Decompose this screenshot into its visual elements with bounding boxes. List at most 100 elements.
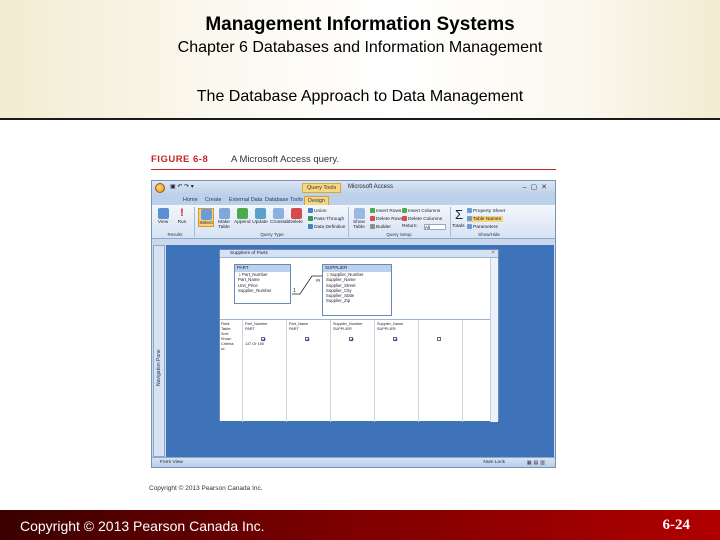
grid-cell-table[interactable]: PART — [289, 327, 299, 331]
data-definition-option[interactable]: Data Definition — [308, 224, 345, 230]
insert-rows-button[interactable]: Insert Rows — [370, 208, 401, 214]
status-num-lock: Num Lock — [483, 460, 505, 465]
group-show-hide: Show/Hide — [478, 232, 500, 237]
parameters-button[interactable]: Parameters — [467, 224, 498, 230]
grid-cell-field[interactable]: Supplier_Number — [333, 322, 363, 326]
status-view: Form View — [160, 460, 183, 465]
make-table-button[interactable]: Make Table — [216, 208, 232, 230]
grid-cell-table[interactable]: SUPPLIER — [377, 327, 396, 331]
grid-cell-field[interactable]: Part_Number — [245, 322, 268, 326]
show-checkbox[interactable] — [393, 337, 397, 341]
grid-row-label: Table: — [221, 327, 232, 331]
tab-design[interactable]: Design — [304, 196, 330, 205]
grid-row-label: Field: — [221, 322, 231, 326]
grid-cell-field[interactable]: Part_Name — [289, 322, 308, 326]
window-title: Microsoft Access — [348, 184, 394, 190]
slide-subtitle: The Database Approach to Data Management — [196, 88, 524, 105]
navigation-pane[interactable]: Navigation Pane — [153, 245, 165, 457]
pass-through-option[interactable]: Pass-Through — [308, 216, 344, 222]
window-controls[interactable]: –▢✕ — [523, 183, 551, 191]
table-design-area: PART ⚷Part_Number Part_Name Unit_Price S… — [220, 258, 490, 318]
group-results: Results — [167, 232, 183, 237]
table-field[interactable]: Supplier_Number — [235, 288, 290, 293]
figure-caption: FIGURE 6-8 A Microsoft Access query. — [151, 154, 556, 170]
slide-title: Management Information Systems — [205, 14, 515, 35]
show-table-button[interactable]: Show Table — [351, 208, 367, 230]
delete-columns-button[interactable]: Delete Columns — [402, 216, 442, 222]
grid-column[interactable]: Part_Name PART — [286, 320, 330, 422]
table-part-title: PART — [235, 265, 290, 272]
query-tab[interactable]: Suppliers of Parts × — [220, 250, 498, 258]
show-checkbox[interactable] — [349, 337, 353, 341]
grid-cell-field[interactable]: Supplier_Name — [377, 322, 403, 326]
totals-icon[interactable]: Σ — [455, 207, 463, 222]
update-button[interactable]: Update — [252, 208, 268, 225]
header-divider — [0, 118, 720, 120]
title-bar: ▣ ↶ ↷ ▾ Query Tools Microsoft Access –▢✕ — [152, 181, 555, 195]
grid-cell-table[interactable]: SUPPLIER — [333, 327, 352, 331]
table-field[interactable]: Supplier_Zip — [323, 298, 391, 303]
footer-copyright: Copyright © 2013 Pearson Canada Inc. — [20, 518, 265, 534]
grid-cell-criteria[interactable]: 137 Or 150 — [245, 342, 264, 346]
group-query-type: Query Type — [260, 232, 284, 237]
table-part[interactable]: PART ⚷Part_Number Part_Name Unit_Price S… — [234, 264, 291, 304]
return-label: Return: — [402, 224, 418, 229]
run-button[interactable]: ! Run — [174, 207, 190, 226]
tab-create[interactable]: Create — [202, 196, 225, 205]
show-table-icon — [353, 208, 365, 219]
show-checkbox[interactable] — [305, 337, 309, 341]
totals-button[interactable]: Totals — [452, 224, 465, 229]
query-design-grid: Field: Table: Sort: Show: Criteria: or: … — [220, 319, 490, 422]
slide-footer: Copyright © 2013 Pearson Canada Inc. 6-2… — [0, 510, 720, 540]
return-select[interactable]: All — [424, 224, 446, 230]
show-checkbox[interactable] — [261, 337, 265, 341]
update-icon — [254, 208, 266, 219]
delete-button[interactable]: Delete — [288, 208, 304, 225]
tab-database-tools[interactable]: Database Tools — [262, 196, 306, 205]
grid-column[interactable] — [462, 320, 490, 422]
status-bar: Form View Num Lock ▦▤▥ — [152, 457, 555, 467]
view-switcher-icons[interactable]: ▦▤▥ — [527, 460, 547, 466]
delete-icon — [290, 208, 302, 219]
grid-cell-table[interactable]: PART — [245, 327, 255, 331]
tab-home[interactable]: Home — [180, 196, 201, 205]
close-icon[interactable]: × — [491, 250, 495, 256]
select-query-button[interactable]: Select — [198, 208, 214, 227]
grid-row-label: Show: — [221, 337, 232, 341]
builder-button[interactable]: Builder — [370, 224, 391, 230]
workspace: Suppliers of Parts × PART ⚷Part_Number P… — [166, 245, 554, 457]
make-table-icon — [218, 208, 230, 219]
vertical-scrollbar[interactable] — [490, 258, 498, 422]
crosstab-icon — [272, 208, 284, 219]
grid-column[interactable]: Part_Number PART 137 Or 150 — [242, 320, 286, 422]
tab-external-data[interactable]: External Data — [226, 196, 265, 205]
grid-column[interactable]: Supplier_Name SUPPLIER — [374, 320, 418, 422]
figure-rule — [151, 169, 556, 170]
insert-columns-button[interactable]: Insert Columns — [402, 208, 440, 214]
quick-access-toolbar[interactable]: ▣ ↶ ↷ ▾ — [170, 183, 194, 190]
access-window: ▣ ↶ ↷ ▾ Query Tools Microsoft Access –▢✕… — [151, 180, 556, 468]
office-button-icon[interactable] — [155, 183, 165, 193]
show-checkbox[interactable] — [437, 337, 441, 341]
crosstab-button[interactable]: Crosstab — [270, 208, 289, 225]
table-supplier[interactable]: SUPPLIER ⚷Supplier_Number Supplier_Name … — [322, 264, 392, 316]
figure-caption-text: A Microsoft Access query. — [231, 154, 340, 165]
run-icon: ! — [180, 207, 184, 219]
query-tools-tab: Query Tools — [302, 183, 342, 193]
delete-rows-button[interactable]: Delete Rows — [370, 216, 403, 222]
union-option[interactable]: Union — [308, 208, 327, 214]
slide-chapter: Chapter 6 Databases and Information Mana… — [177, 39, 543, 56]
grid-column[interactable] — [418, 320, 462, 422]
property-sheet-button[interactable]: Property Sheet — [467, 208, 505, 214]
table-names-button[interactable]: Table Names — [467, 216, 503, 222]
grid-row-label: or: — [221, 347, 226, 351]
grid-column[interactable]: Supplier_Number SUPPLIER — [330, 320, 374, 422]
join-line: 1 ∞ — [292, 275, 322, 295]
navigation-pane-label: Navigation Pane — [156, 349, 162, 386]
table-supplier-title: SUPPLIER — [323, 265, 391, 272]
grid-row-label: Sort: — [221, 332, 230, 336]
append-icon — [236, 208, 248, 219]
append-button[interactable]: Append — [234, 208, 251, 225]
view-button[interactable]: View — [155, 208, 171, 225]
grid-row-label: Criteria: — [221, 342, 235, 346]
